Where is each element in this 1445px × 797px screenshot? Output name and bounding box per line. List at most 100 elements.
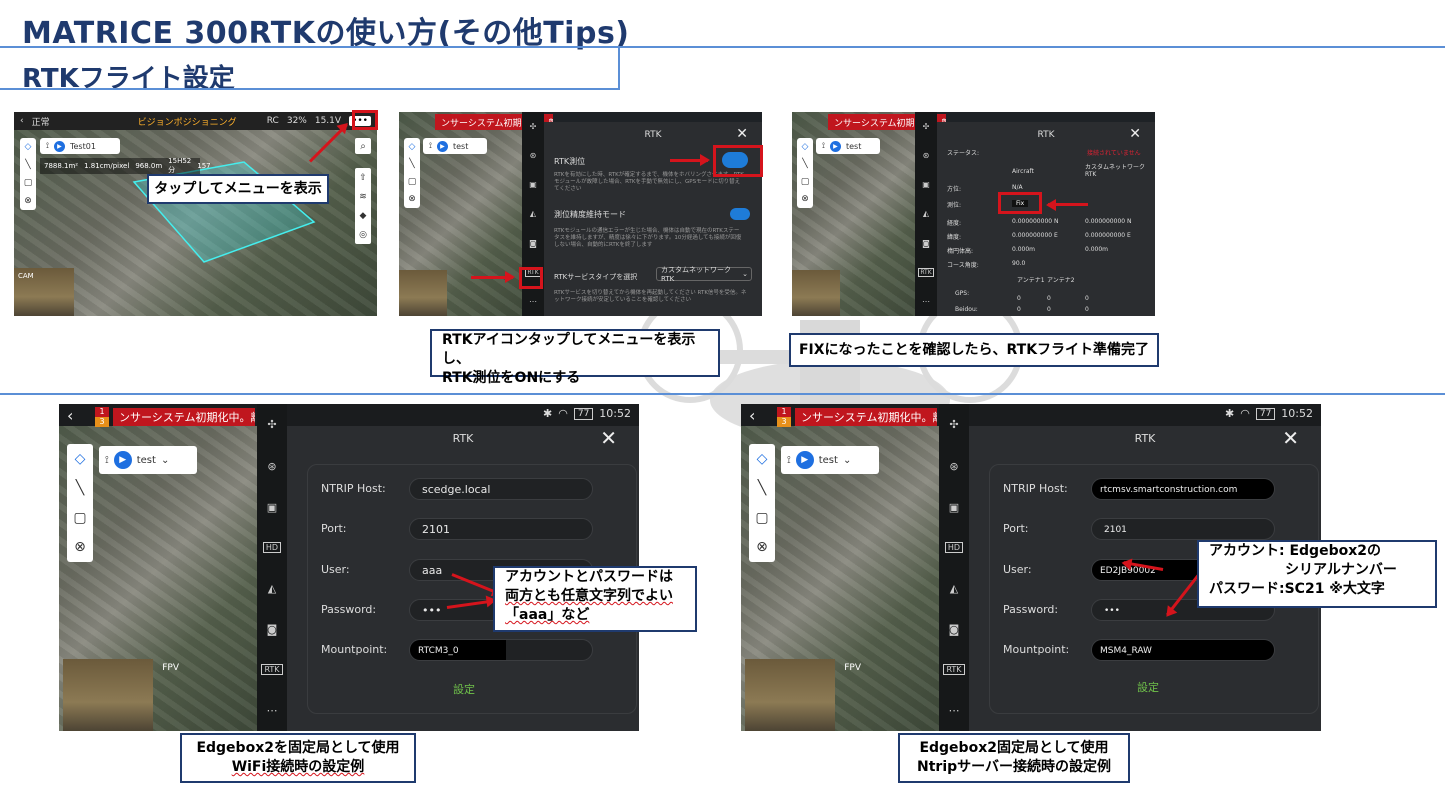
locate-icon[interactable]: ◎: [359, 230, 367, 240]
area-icon[interactable]: ▢: [755, 510, 768, 526]
camera-thumbnail[interactable]: [792, 270, 840, 316]
close-icon[interactable]: ✕: [1282, 426, 1299, 450]
caption-wifi-line1: Edgebox2を固定局として使用: [196, 740, 400, 757]
camera-icon[interactable]: ◙: [949, 623, 960, 636]
clock: 10:52: [599, 407, 631, 420]
submit-button[interactable]: 設定: [453, 681, 475, 697]
line-icon[interactable]: ╲: [802, 159, 807, 169]
cancel-icon[interactable]: ⊗: [74, 539, 86, 555]
mode-selector[interactable]: ⟟ ▶ test ⌄: [99, 446, 197, 474]
rtk-icon[interactable]: RTK: [918, 267, 934, 277]
waypoint-icon[interactable]: ◇: [75, 451, 86, 467]
close-icon[interactable]: ✕: [1129, 126, 1141, 142]
remote-icon[interactable]: ▣: [529, 180, 537, 189]
cancel-icon[interactable]: ⊗: [24, 196, 32, 206]
camera-thumbnail[interactable]: [399, 270, 447, 316]
signal-icon[interactable]: ◭: [950, 582, 958, 595]
back-icon[interactable]: ‹: [749, 406, 755, 425]
signal-icon[interactable]: ◭: [923, 209, 929, 218]
play-icon[interactable]: ▶: [829, 140, 841, 152]
mode-icon: ⟟: [46, 141, 49, 150]
service-type-select[interactable]: カスタムネットワークRTK ⌄: [656, 266, 752, 283]
navigation-icon[interactable]: ⊛: [923, 151, 930, 160]
play-icon[interactable]: ▶: [795, 451, 814, 469]
camera-thumbnail[interactable]: CAM: [14, 268, 74, 316]
screenshot-mission-map: ‹ 正常 ビジョンポジショニング RC 32% 15.1V ••• ◇ ╲ ▢ …: [14, 112, 377, 316]
cancel-icon[interactable]: ⊗: [408, 194, 416, 204]
remote-icon[interactable]: ▣: [267, 501, 277, 514]
back-icon[interactable]: ‹: [67, 406, 73, 425]
area-icon[interactable]: ▢: [24, 178, 33, 188]
remote-icon[interactable]: ▣: [949, 501, 959, 514]
camera-thumbnail[interactable]: FPV: [63, 659, 179, 731]
drone-icon[interactable]: ✣: [530, 122, 537, 131]
more-icon[interactable]: ⋯: [267, 704, 278, 717]
line-icon[interactable]: ╲: [76, 480, 84, 496]
field-input-0[interactable]: scedge.local: [409, 478, 593, 500]
cancel-icon[interactable]: ⊗: [801, 194, 809, 204]
close-icon[interactable]: ✕: [600, 426, 617, 450]
status-row-0-a: N/A: [1012, 184, 1023, 191]
camera-icon[interactable]: ◙: [267, 623, 278, 636]
drone-icon[interactable]: ✣: [267, 418, 276, 431]
cancel-icon[interactable]: ⊗: [756, 539, 768, 555]
navigation-icon[interactable]: ⊛: [949, 460, 958, 473]
field-input-0[interactable]: rtcmsv.smartconstruction.com: [1091, 478, 1275, 500]
compass-icon[interactable]: ⇧: [359, 173, 367, 183]
arrow-to-fix: [1048, 203, 1088, 206]
signal-icon[interactable]: ◭: [530, 209, 536, 218]
remote-icon[interactable]: ▣: [922, 180, 930, 189]
mode-selector[interactable]: ⟟ ▶ test: [423, 138, 487, 154]
play-icon[interactable]: ▶: [436, 140, 448, 152]
warning-count-top: 1: [777, 407, 791, 417]
line-icon[interactable]: ╲: [758, 480, 766, 496]
hold-mode-description: RTKモジュールの通信エラーが生じた場合、機体は自動で現在のRTKステータスを維…: [554, 228, 742, 249]
layers-icon[interactable]: ≋: [359, 192, 367, 202]
play-icon[interactable]: ▶: [113, 451, 132, 469]
service-type-description: RTKサービスを切り替えてから機体を再起動してください RTK信号を受信。ネット…: [554, 290, 747, 304]
drone-icon[interactable]: ✣: [923, 122, 930, 131]
more-icon[interactable]: ⋯: [949, 704, 960, 717]
camera-icon[interactable]: ◙: [922, 239, 930, 248]
area-icon[interactable]: ▢: [73, 510, 86, 526]
mode-selector[interactable]: ⟟ ▶ test ⌄: [781, 446, 879, 474]
back-icon[interactable]: ‹: [20, 116, 24, 126]
more-icon[interactable]: ⋯: [922, 297, 930, 306]
field-input-1[interactable]: 2101: [409, 518, 593, 540]
rtk-icon[interactable]: RTK: [943, 664, 965, 676]
hd-icon[interactable]: HD: [944, 542, 964, 554]
waypoint-icon[interactable]: ◇: [757, 451, 768, 467]
submit-button[interactable]: 設定: [1137, 679, 1159, 695]
eraser-icon[interactable]: ◆: [360, 211, 367, 221]
navigation-icon[interactable]: ⊛: [530, 151, 537, 160]
field-input-4[interactable]: RTCM3_0: [409, 639, 593, 661]
waypoint-icon[interactable]: ◇: [25, 142, 32, 152]
drone-icon[interactable]: ✣: [949, 418, 958, 431]
mission-name: Test01: [69, 141, 96, 151]
rtk-icon[interactable]: RTK: [261, 664, 283, 676]
navigation-icon[interactable]: ⊛: [267, 460, 276, 473]
signal-icon[interactable]: ◭: [268, 582, 276, 595]
mission-selector[interactable]: ⟟ ▶ Test01: [40, 138, 120, 154]
waypoint-icon[interactable]: ◇: [409, 142, 416, 152]
camera-icon[interactable]: ◙: [529, 239, 537, 248]
beidou-val-2: 0: [1047, 306, 1051, 313]
hold-mode-toggle[interactable]: [730, 208, 750, 220]
hd-icon[interactable]: HD: [262, 542, 282, 554]
line-icon[interactable]: ╲: [25, 160, 30, 170]
mode-selector[interactable]: ⟟ ▶ test: [816, 138, 880, 154]
line-icon[interactable]: ╲: [409, 159, 414, 169]
area-icon[interactable]: ▢: [408, 177, 417, 187]
more-icon[interactable]: ⋯: [529, 297, 537, 306]
close-icon[interactable]: ✕: [736, 126, 748, 142]
bluetooth-icon: ✱: [543, 407, 553, 420]
play-icon[interactable]: ▶: [53, 140, 65, 152]
mode-name: test: [136, 454, 156, 466]
wifi-icon: ◠: [558, 407, 568, 420]
search-icon[interactable]: ⌕: [355, 138, 371, 154]
waypoint-icon[interactable]: ◇: [802, 142, 809, 152]
area-icon[interactable]: ▢: [801, 177, 810, 187]
field-input-1[interactable]: 2101: [1091, 518, 1275, 540]
field-input-4[interactable]: MSM4_RAW: [1091, 639, 1275, 661]
camera-thumbnail[interactable]: FPV: [745, 659, 861, 731]
